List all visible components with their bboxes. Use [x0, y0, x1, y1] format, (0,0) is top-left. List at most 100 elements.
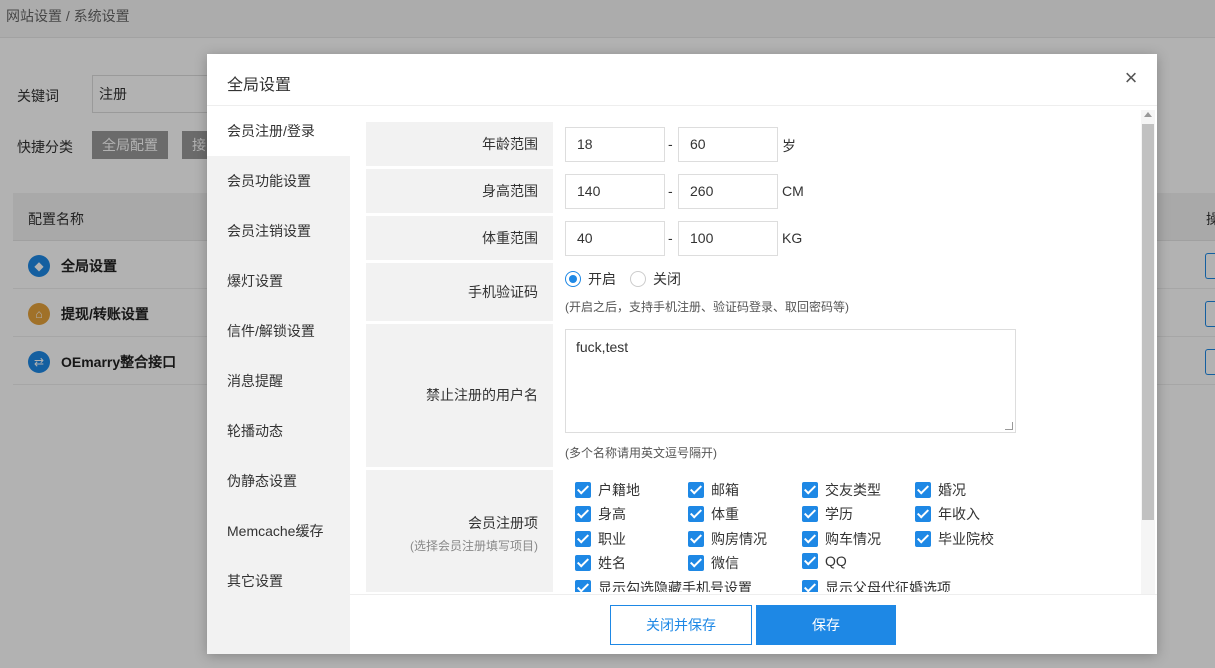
checkbox-checked-icon — [915, 531, 931, 547]
nav-item-spotlight[interactable]: 爆灯设置 — [207, 256, 350, 306]
age-range-row: 年龄范围 18 - 60 岁 — [366, 122, 1140, 166]
checkbox-name[interactable]: 姓名 — [575, 553, 626, 573]
checkbox-education[interactable]: 学历 — [802, 504, 853, 524]
weight-unit: KG — [782, 230, 803, 246]
banned-username-hint: (多个名称请用英文逗号隔开) — [565, 446, 717, 460]
checkbox-checked-icon — [575, 506, 591, 522]
banned-username-value: fuck,test — [576, 339, 629, 355]
content-scrollbar[interactable] — [1141, 110, 1155, 594]
close-and-save-button[interactable]: 关闭并保存 — [610, 605, 752, 645]
checkbox-occupation[interactable]: 职业 — [575, 529, 626, 549]
register-items-label: 会员注册项 (选择会员注册填写项目) — [366, 470, 553, 592]
checkbox-checked-icon — [688, 482, 704, 498]
checkbox-checked-icon — [575, 482, 591, 498]
height-range-row: 身高范围 140 - 260 CM — [366, 169, 1140, 213]
nav-item-member-function[interactable]: 会员功能设置 — [207, 156, 350, 206]
radio-label-off: 关闭 — [653, 271, 681, 287]
height-min-input[interactable]: 140 — [565, 174, 665, 209]
checkbox-label: 显示勾选隐藏手机号设置 — [598, 580, 752, 592]
phone-verify-hint: (开启之后，支持手机注册、验证码登录、取回密码等) — [565, 300, 849, 314]
checkbox-housing[interactable]: 购房情况 — [688, 529, 767, 549]
checkbox-marital[interactable]: 婚况 — [915, 480, 966, 500]
checkbox-label: 职业 — [598, 531, 626, 547]
age-range-label: 年龄范围 — [366, 122, 553, 166]
weight-max-input[interactable]: 100 — [678, 221, 778, 256]
height-range-label: 身高范围 — [366, 169, 553, 213]
checkbox-height[interactable]: 身高 — [575, 504, 626, 524]
close-icon[interactable]: × — [1121, 67, 1141, 89]
checkbox-wechat[interactable]: 微信 — [688, 553, 739, 573]
checkbox-school[interactable]: 毕业院校 — [915, 529, 994, 549]
modal-footer: 关闭并保存 保存 — [350, 594, 1157, 654]
banned-username-textarea[interactable]: fuck,test — [565, 329, 1016, 433]
modal-header: 全局设置 × — [207, 54, 1157, 106]
nav-item-carousel[interactable]: 轮播动态 — [207, 406, 350, 456]
modal-title: 全局设置 — [227, 77, 292, 94]
checkbox-checked-icon — [575, 555, 591, 571]
age-unit: 岁 — [782, 138, 796, 154]
banned-username-row: 禁止注册的用户名 fuck,test (多个名称请用英文逗号隔开) — [366, 324, 1140, 467]
nav-item-member-register[interactable]: 会员注册/登录 — [207, 106, 350, 156]
radio-label-on: 开启 — [588, 271, 616, 287]
weight-min-input[interactable]: 40 — [565, 221, 665, 256]
checkbox-label: 购车情况 — [825, 531, 881, 547]
checkbox-label: 毕业院校 — [938, 531, 994, 547]
checkbox-checked-icon — [575, 531, 591, 547]
checkbox-checked-icon — [575, 580, 591, 592]
range-separator: - — [668, 230, 673, 246]
height-unit: CM — [782, 183, 804, 199]
checkbox-checked-icon — [802, 553, 818, 569]
age-min-input[interactable]: 18 — [565, 127, 665, 162]
checkbox-checked-icon — [915, 482, 931, 498]
checkbox-label: 邮箱 — [711, 482, 739, 498]
checkbox-checked-icon — [688, 555, 704, 571]
phone-verify-row: 手机验证码 开启 关闭 (开启之后，支持手机注册、验证码登录、取回密码等) — [366, 263, 1140, 321]
register-items-row: 会员注册项 (选择会员注册填写项目) 户籍地 邮箱 交友类型 婚况 身高 体重 … — [366, 470, 1140, 592]
radio-unchecked-icon — [630, 271, 646, 287]
checkbox-label: 学历 — [825, 506, 853, 522]
range-separator: - — [668, 183, 673, 199]
checkbox-weight[interactable]: 体重 — [688, 504, 739, 524]
checkbox-label: 身高 — [598, 506, 626, 522]
scroll-up-icon[interactable] — [1144, 112, 1152, 117]
height-max-input[interactable]: 260 — [678, 174, 778, 209]
checkbox-parent-proxy[interactable]: 显示父母代征婚选项 — [802, 578, 951, 592]
checkbox-email[interactable]: 邮箱 — [688, 480, 739, 500]
banned-username-label: 禁止注册的用户名 — [366, 324, 553, 467]
checkbox-checked-icon — [688, 506, 704, 522]
checkbox-checked-icon — [802, 506, 818, 522]
nav-item-other[interactable]: 其它设置 — [207, 556, 350, 606]
checkbox-checked-icon — [802, 531, 818, 547]
save-button[interactable]: 保存 — [756, 605, 896, 645]
checkbox-label: 户籍地 — [598, 482, 640, 498]
global-settings-modal: 全局设置 × 会员注册/登录 会员功能设置 会员注销设置 爆灯设置 信件/解锁设… — [207, 54, 1157, 654]
checkbox-label: 购房情况 — [711, 531, 767, 547]
checkbox-hukou[interactable]: 户籍地 — [575, 480, 640, 500]
checkbox-dating-type[interactable]: 交友类型 — [802, 480, 881, 500]
radio-checked-icon — [565, 271, 581, 287]
register-items-sub: (选择会员注册填写项目) — [410, 539, 538, 553]
checkbox-income[interactable]: 年收入 — [915, 504, 980, 524]
phone-verify-label: 手机验证码 — [366, 263, 553, 321]
phone-verify-on-radio[interactable]: 开启 — [565, 269, 616, 289]
weight-range-label: 体重范围 — [366, 216, 553, 260]
checkbox-checked-icon — [915, 506, 931, 522]
checkbox-checked-icon — [802, 580, 818, 592]
register-items-title: 会员注册项 — [468, 515, 538, 531]
nav-item-message-notify[interactable]: 消息提醒 — [207, 356, 350, 406]
checkbox-label: 显示父母代征婚选项 — [825, 580, 951, 592]
nav-item-mail-unlock[interactable]: 信件/解锁设置 — [207, 306, 350, 356]
resize-grip-icon[interactable] — [1005, 422, 1013, 430]
checkbox-car[interactable]: 购车情况 — [802, 529, 881, 549]
checkbox-checked-icon — [688, 531, 704, 547]
nav-item-memcache[interactable]: Memcache缓存 — [207, 506, 350, 556]
scrollbar-thumb[interactable] — [1142, 124, 1154, 520]
nav-item-pseudo-static[interactable]: 伪静态设置 — [207, 456, 350, 506]
phone-verify-off-radio[interactable]: 关闭 — [630, 269, 681, 289]
age-max-input[interactable]: 60 — [678, 127, 778, 162]
checkbox-label: 微信 — [711, 555, 739, 571]
checkbox-qq[interactable]: QQ — [802, 553, 847, 569]
nav-item-member-cancel[interactable]: 会员注销设置 — [207, 206, 350, 256]
checkbox-hide-phone[interactable]: 显示勾选隐藏手机号设置 — [575, 578, 752, 592]
weight-range-row: 体重范围 40 - 100 KG — [366, 216, 1140, 260]
